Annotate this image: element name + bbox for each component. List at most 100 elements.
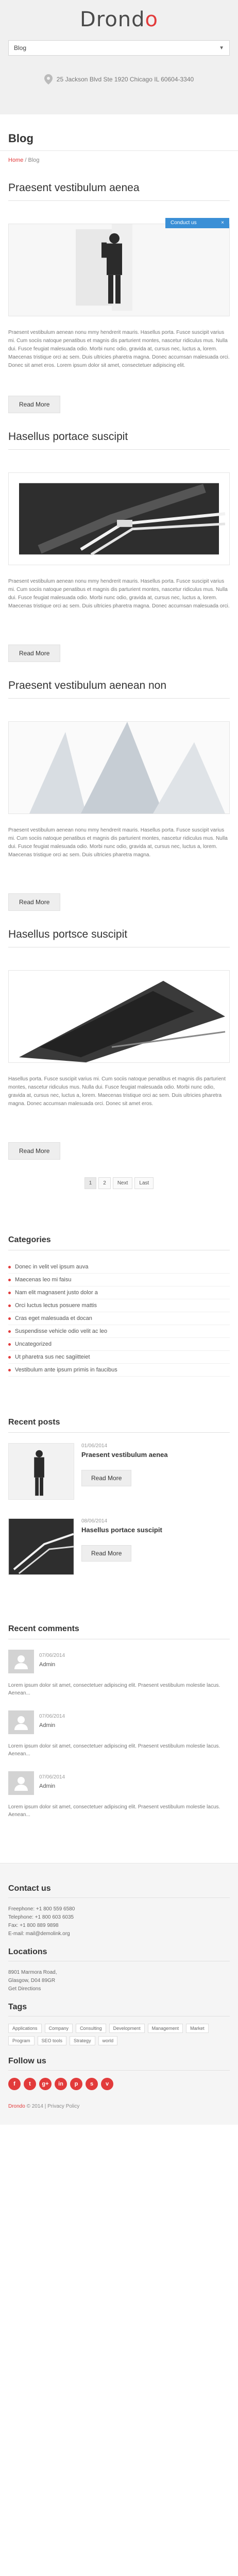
post-image[interactable]: [8, 472, 230, 565]
post-image[interactable]: [8, 721, 230, 814]
category-label: Donec in velit vel ipsum auva: [15, 1264, 89, 1270]
category-label: Vestibulum ante ipsum primis in faucibus: [15, 1367, 117, 1373]
comment-meta: 07/06/2014 Admin: [39, 1710, 65, 1734]
post-excerpt: Praesent vestibulum aenean nonu mmy hend…: [8, 330, 230, 368]
avatar: [8, 1771, 34, 1795]
facebook-icon[interactable]: f: [8, 2078, 21, 2090]
post-title[interactable]: Hasellus portsce suscipit: [8, 928, 230, 947]
comment-date: 07/06/2014: [39, 1714, 65, 1719]
tags-heading: Tags: [8, 2003, 230, 2016]
post-title[interactable]: Praesent vestibulum aenea: [8, 182, 230, 201]
category-label: Cras eget malesuada et docan: [15, 1315, 92, 1321]
businessman-image: [9, 224, 229, 316]
skype-icon[interactable]: s: [86, 2078, 98, 2090]
tag-link[interactable]: Program: [8, 2036, 35, 2045]
category-item[interactable]: Vestibulum ante ipsum primis in faucibus: [8, 1364, 230, 1377]
pinterest-icon[interactable]: p: [70, 2078, 82, 2090]
read-more-button[interactable]: Read More: [8, 1142, 61, 1160]
comment-author[interactable]: Admin: [39, 1722, 65, 1728]
comment-author[interactable]: Admin: [39, 1662, 65, 1668]
recent-posts-list: 01/06/2014 Praesent vestibulum aenea Rea…: [0, 1443, 238, 1624]
breadcrumb-home[interactable]: Home: [8, 157, 23, 163]
breadcrumb-separator: /: [25, 157, 27, 163]
post-list: Praesent vestibulum aenea Conduct us × P…: [0, 172, 238, 1189]
close-icon[interactable]: ×: [221, 218, 224, 228]
category-item[interactable]: Uncategorized: [8, 1338, 230, 1351]
location-line: Glasgow, D04 89GR: [8, 1978, 56, 1984]
chevron-down-icon: ▼: [219, 45, 224, 51]
bullet-icon: [8, 1304, 11, 1307]
comment-author[interactable]: Admin: [39, 1783, 65, 1789]
breadcrumb: Home / Blog: [0, 151, 238, 172]
tag-link[interactable]: Company: [44, 2024, 73, 2033]
page-2-button[interactable]: 2: [98, 1177, 111, 1189]
tooltip-label: Conduct us: [171, 220, 197, 226]
contact-tooltip[interactable]: Conduct us ×: [165, 218, 229, 228]
tag-link[interactable]: Market: [186, 2024, 209, 2033]
next-page-button[interactable]: Next: [112, 1177, 133, 1189]
comment-text: Lorem ipsum dolor sit amet, consectetuer…: [8, 1743, 220, 1757]
read-more-button[interactable]: Read More: [8, 893, 61, 911]
logo-accent: o: [145, 8, 159, 31]
post-image[interactable]: Conduct us ×: [8, 218, 230, 316]
tag-link[interactable]: Management: [147, 2024, 183, 2033]
category-item[interactable]: Ut pharetra sus nec sagiitteiet: [8, 1351, 230, 1364]
comment-text: Lorem ipsum dolor sit amet, consectetuer…: [8, 1683, 220, 1696]
tag-link[interactable]: world: [98, 2036, 118, 2045]
tag-link[interactable]: Strategy: [70, 2036, 95, 2045]
category-item[interactable]: Orci luctus lectus posuere mattis: [8, 1299, 230, 1312]
recent-post-title[interactable]: Hasellus portace suscipit: [81, 1526, 162, 1534]
nav-select[interactable]: Blog ▼: [8, 40, 230, 56]
address-bar: 25 Jackson Blvd Ste 1920 Chicago IL 6060…: [8, 74, 230, 84]
recent-post-thumbnail[interactable]: [8, 1518, 74, 1575]
nav-select-value: Blog: [14, 44, 27, 52]
tag-cloud: Applications Company Consulting Developm…: [8, 2024, 230, 2045]
post-title[interactable]: Hasellus portace suscipit: [8, 431, 230, 450]
twitter-icon[interactable]: t: [24, 2078, 36, 2090]
copyright: Drondo © 2014 | Privacy Policy: [8, 2104, 230, 2109]
post-excerpt: Hasellus porta. Fusce suscipit varius mi…: [8, 1076, 226, 1107]
recent-post-title[interactable]: Praesent vestibulum aenea: [81, 1451, 168, 1459]
contact-line: Fax: +1 800 889 9898: [8, 1923, 59, 1928]
tag-link[interactable]: Applications: [8, 2024, 42, 2033]
post-title[interactable]: Praesent vestibulum aenean non: [8, 680, 230, 699]
post-item: Hasellus portace suscipit Praesent vesti…: [8, 431, 230, 662]
recent-post-date: 08/06/2014: [81, 1518, 108, 1524]
post-image[interactable]: [8, 970, 230, 1063]
contact-email-link[interactable]: E-mail: mail@demolink.org: [8, 1930, 230, 1938]
bullet-icon: [8, 1265, 11, 1268]
category-item[interactable]: Donec in velit vel ipsum auva: [8, 1261, 230, 1274]
category-item[interactable]: Maecenas leo mi faisu: [8, 1274, 230, 1286]
recent-post-thumbnail[interactable]: [8, 1443, 74, 1500]
tag-link[interactable]: SEO tools: [37, 2036, 67, 2045]
comment-item: 07/06/2014 Admin Lorem ipsum dolor sit a…: [8, 1710, 230, 1758]
category-item[interactable]: Suspendisse vehicle odio velit ac leo: [8, 1325, 230, 1338]
read-more-button[interactable]: Read More: [81, 1545, 132, 1562]
get-directions-link[interactable]: Get Directions: [8, 1985, 230, 1993]
vimeo-icon[interactable]: v: [101, 2078, 113, 2090]
locations-info: 8901 Marmora Road, Glasgow, D04 89GR Get…: [8, 1969, 230, 1993]
recent-comments-heading: Recent comments: [8, 1624, 230, 1639]
copyright-brand[interactable]: Drondo: [8, 2104, 25, 2109]
category-item[interactable]: Nam elit magnasent justo dolor a: [8, 1286, 230, 1299]
tag-link[interactable]: Consulting: [76, 2024, 106, 2033]
read-more-button[interactable]: Read More: [8, 396, 61, 413]
page-1-button[interactable]: 1: [84, 1177, 97, 1189]
category-item[interactable]: Cras eget malesuada et docan: [8, 1312, 230, 1325]
buildings-image: [9, 722, 229, 814]
cables-thumbnail: [9, 1519, 74, 1574]
recent-post-item: 08/06/2014 Hasellus portace suscipit Rea…: [8, 1518, 230, 1575]
tag-link[interactable]: Development: [109, 2024, 145, 2033]
site-logo[interactable]: Drondo: [8, 5, 230, 34]
read-more-button[interactable]: Read More: [8, 645, 61, 662]
linkedin-icon[interactable]: in: [55, 2078, 67, 2090]
category-label: Uncategorized: [15, 1341, 52, 1347]
last-page-button[interactable]: Last: [134, 1177, 154, 1189]
recent-post-meta: 08/06/2014 Hasellus portace suscipit Rea…: [81, 1518, 162, 1575]
contact-line: Telephone: +1 800 603 6035: [8, 1914, 74, 1920]
google-plus-icon[interactable]: g+: [39, 2078, 52, 2090]
post-excerpt: Praesent vestibulum aenean nonu mmy hend…: [8, 827, 228, 858]
category-label: Nam elit magnasent justo dolor a: [15, 1290, 98, 1296]
logo-text: Drond: [79, 8, 145, 31]
read-more-button[interactable]: Read More: [81, 1470, 132, 1486]
